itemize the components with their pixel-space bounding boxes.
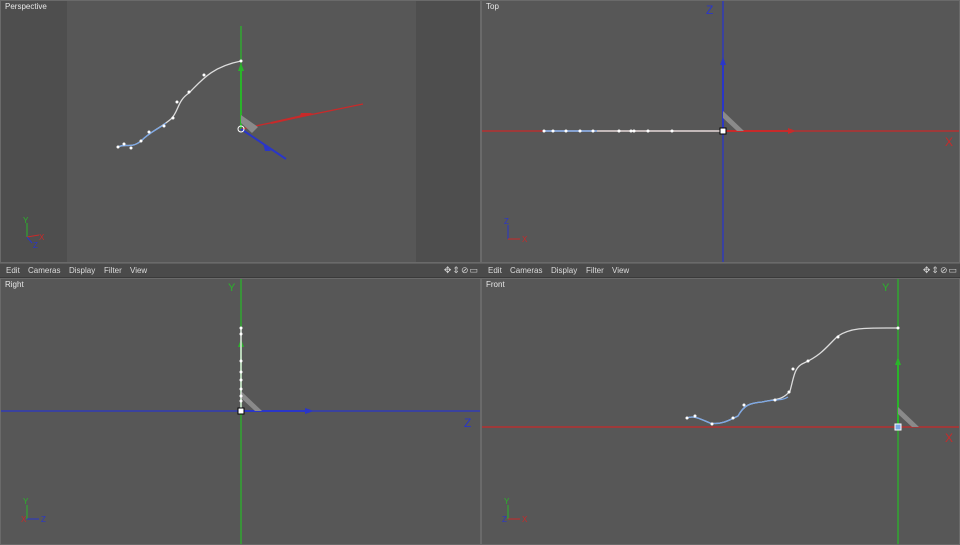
axis-indicator: Y Z X [502,497,528,524]
spline-path [686,327,899,425]
menu-edit[interactable]: Edit [6,266,20,275]
menu-edit[interactable]: Edit [488,266,502,275]
viewport-title: Right [5,280,24,289]
top-canvas[interactable]: Z X Z X [482,1,960,263]
axis-label-z: Z [504,217,509,226]
viewport-front[interactable]: Y X Y Z X Front [481,278,960,545]
menu-filter[interactable]: Filter [104,266,122,275]
maximize-view-icon[interactable]: ▭ [948,265,958,275]
viewport-perspective[interactable]: Y X Z Perspective [0,0,481,263]
x-axis-label: X [945,135,953,149]
menu-view[interactable]: View [130,266,147,275]
viewport-menubar-front: Edit Cameras Display Filter View ✥⇕⊘▭ [481,263,960,278]
object-axis-center [894,423,902,431]
viewport-nav-icons: ✥⇕⊘▭ [444,265,479,276]
viewport-title: Top [486,2,499,11]
axis-indicator: Z X [504,217,528,244]
menu-view[interactable]: View [612,266,629,275]
z-axis-arrow [720,57,726,65]
y-axis-label: Y [228,282,236,294]
axis-label-x: X [522,515,528,524]
zoom-view-icon[interactable]: ⇕ [931,265,940,275]
right-canvas[interactable]: Y Z Y X Z [1,279,481,545]
y-axis-arrow [895,357,901,365]
menu-filter[interactable]: Filter [586,266,604,275]
spline-selected-segment [686,396,789,425]
viewport-menubar-right: Edit Cameras Display Filter View ✥⇕⊘▭ [0,263,481,278]
safe-frame-right [416,1,480,262]
axis-label-y: Y [23,497,29,506]
viewport-top[interactable]: Z X Z X Top [481,0,960,263]
z-axis-arrow [305,408,314,414]
viewport-nav-icons: ✥⇕⊘▭ [923,265,958,276]
axis-label-z: Z [41,515,46,524]
axis-label-x: X [522,235,528,244]
viewport-right[interactable]: Y Z Y X Z Right [0,278,481,545]
x-axis-label: X [945,431,953,445]
maximize-view-icon[interactable]: ▭ [469,265,479,275]
axis-label-y: Y [23,216,29,225]
safe-frame-left [1,1,67,262]
axis-label-z: Z [33,241,38,250]
viewport-title: Front [486,280,505,289]
menu-display[interactable]: Display [69,266,95,275]
viewport-title: Perspective [5,2,47,11]
axis-label-y: Y [504,497,510,506]
spline-points [685,326,900,426]
axis-label-x: X [39,233,45,242]
menu-display[interactable]: Display [551,266,577,275]
perspective-canvas[interactable]: Y X Z [1,1,481,263]
axis-label-x: X [21,515,27,524]
axis-indicator: Y X Z [21,497,46,524]
spline-path [117,60,242,148]
y-axis-arrow [238,63,244,71]
menu-cameras[interactable]: Cameras [510,266,542,275]
front-canvas[interactable]: Y X Y Z X [482,279,960,545]
object-axis-center [237,407,245,415]
menu-cameras[interactable]: Cameras [28,266,60,275]
y-axis-label: Y [882,282,890,294]
axis-label-z: Z [502,515,507,524]
zoom-view-icon[interactable]: ⇕ [452,265,461,275]
z-axis-label: Z [706,3,713,17]
x-axis-arrow [788,128,796,134]
z-axis-label: Z [464,416,471,430]
object-axis-center [719,127,727,135]
